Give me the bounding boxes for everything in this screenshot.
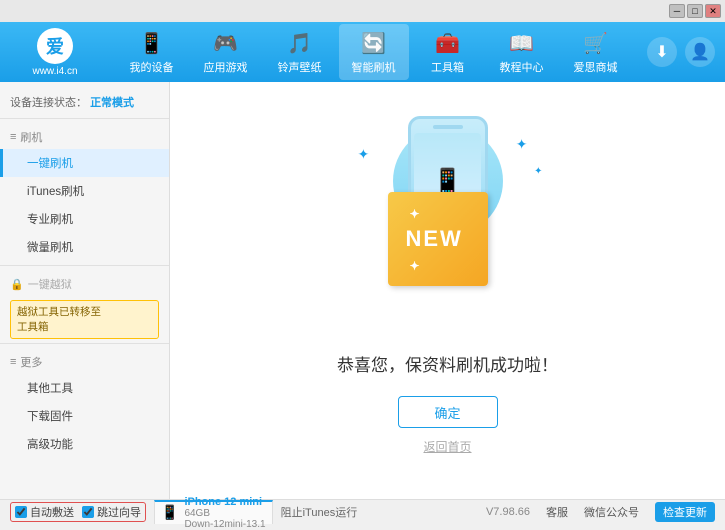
sidebar-item-download-firmware[interactable]: 下载固件 <box>0 402 169 430</box>
sparkle-icon-2: ✦ <box>516 136 528 153</box>
bottom-bar: 自动敷送 跳过向导 📱 iPhone 12 mini 64GB Down-12m… <box>0 499 725 523</box>
nav-toolbox[interactable]: 🧰 工具箱 <box>413 24 483 80</box>
jailbreak-warning: 越狱工具已转移至 工具箱 <box>10 300 159 339</box>
confirm-button[interactable]: 确定 <box>398 396 498 428</box>
checkbox-group: 自动敷送 跳过向导 <box>10 502 146 522</box>
device-firmware: Down-12mini-13.1 <box>184 519 265 530</box>
divider-1 <box>0 265 169 266</box>
download-btn[interactable]: ⬇ <box>647 37 677 67</box>
nav-shop[interactable]: 🛒 爱思商城 <box>561 24 631 80</box>
guide-checkbox[interactable]: 跳过向导 <box>82 504 141 520</box>
apps-games-icon: 🎮 <box>212 29 240 57</box>
nav-smart-flash[interactable]: 🔄 智能刷机 <box>339 24 409 80</box>
device-storage: 64GB <box>184 508 265 519</box>
content-area: 📱 ✦ ✦ ✦ NEW 恭喜您，保资料刷机成功啦！ 确定 返回首页 <box>170 82 725 499</box>
window-controls[interactable]: ─ □ ✕ <box>669 4 721 18</box>
sidebar: 设备连接状态： 正常模式 ≡ 刷机 一键刷机 iTunes刷机 专业刷机 微量刷… <box>0 82 170 499</box>
guide-label: 跳过向导 <box>97 504 141 520</box>
section-jailbreak-label: 一键越狱 <box>28 276 72 292</box>
smart-flash-icon: 🔄 <box>360 29 388 57</box>
nav-ringtones[interactable]: 🎵 铃声壁纸 <box>265 24 335 80</box>
phone-speaker <box>433 125 463 129</box>
new-ribbon: NEW <box>388 192 488 286</box>
nav-apps-games[interactable]: 🎮 应用游戏 <box>191 24 261 80</box>
wechat-link[interactable]: 微信公众号 <box>584 504 639 520</box>
minimize-btn[interactable]: ─ <box>669 4 685 18</box>
section-flash-icon: ≡ <box>10 131 16 143</box>
close-btn[interactable]: ✕ <box>705 4 721 18</box>
logo-area: 爱 www.i4.cn <box>10 28 100 77</box>
top-nav: 爱 www.i4.cn 📱 我的设备 🎮 应用游戏 🎵 铃声壁纸 🔄 智能刷机 … <box>0 22 725 82</box>
sidebar-item-advanced[interactable]: 高级功能 <box>0 430 169 458</box>
nav-my-device-label: 我的设备 <box>130 59 174 75</box>
sparkle-icon-3: ✦ <box>534 166 542 177</box>
section-jailbreak: 🔒 一键越狱 <box>0 270 169 296</box>
bottom-right: V7.98.66 客服 微信公众号 检查更新 <box>486 502 715 522</box>
my-device-icon: 📱 <box>138 29 166 57</box>
sidebar-item-itunes-flash[interactable]: iTunes刷机 <box>0 177 169 205</box>
section-more-label: 更多 <box>20 354 42 370</box>
divider-2 <box>0 343 169 344</box>
status-label: 设备连接状态： <box>10 97 87 109</box>
nav-tutorials-label: 教程中心 <box>500 59 544 75</box>
phone-device-icon: 📱 <box>161 504 178 521</box>
nav-smart-flash-label: 智能刷机 <box>352 59 396 75</box>
device-name: iPhone 12 mini <box>184 496 265 508</box>
nav-tutorials[interactable]: 📖 教程中心 <box>487 24 557 80</box>
section-flash-label: 刷机 <box>20 129 42 145</box>
title-bar: ─ □ ✕ <box>0 0 725 22</box>
auto-launch-input[interactable] <box>15 506 27 518</box>
again-link[interactable]: 返回首页 <box>423 438 471 455</box>
sparkle-icon-1: ✦ <box>358 146 370 163</box>
bottom-left: 自动敷送 跳过向导 📱 iPhone 12 mini 64GB Down-12m… <box>10 500 478 524</box>
new-badge-text: NEW <box>406 226 463 251</box>
customer-service-link[interactable]: 客服 <box>546 504 568 520</box>
nav-ringtones-label: 铃声壁纸 <box>278 59 322 75</box>
sidebar-item-other-tools[interactable]: 其他工具 <box>0 374 169 402</box>
sidebar-item-one-key-flash[interactable]: 一键刷机 <box>0 149 169 177</box>
section-flash: ≡ 刷机 <box>0 123 169 149</box>
nav-my-device[interactable]: 📱 我的设备 <box>117 24 187 80</box>
nav-right: ⬇ 👤 <box>647 37 715 67</box>
status-value: 正常模式 <box>90 97 134 109</box>
section-more: ≡ 更多 <box>0 348 169 374</box>
stop-itunes-btn[interactable]: 阻止iTunes运行 <box>281 504 358 520</box>
main-area: 设备连接状态： 正常模式 ≡ 刷机 一键刷机 iTunes刷机 专业刷机 微量刷… <box>0 82 725 499</box>
nav-apps-games-label: 应用游戏 <box>204 59 248 75</box>
auto-launch-label: 自动敷送 <box>30 504 74 520</box>
update-button[interactable]: 检查更新 <box>655 502 715 522</box>
lock-icon: 🔒 <box>10 278 24 291</box>
version-label: V7.98.66 <box>486 506 530 518</box>
guide-input[interactable] <box>82 506 94 518</box>
shop-icon: 🛒 <box>582 29 610 57</box>
nav-toolbox-label: 工具箱 <box>431 59 464 75</box>
nav-shop-label: 爱思商城 <box>574 59 618 75</box>
sidebar-item-pro-flash[interactable]: 专业刷机 <box>0 205 169 233</box>
success-text: 恭喜您，保资料刷机成功啦！ <box>337 351 558 376</box>
device-status: 设备连接状态： 正常模式 <box>0 90 169 119</box>
device-details: iPhone 12 mini 64GB Down-12mini-13.1 <box>184 496 265 530</box>
nav-items: 📱 我的设备 🎮 应用游戏 🎵 铃声壁纸 🔄 智能刷机 🧰 工具箱 📖 教程中心… <box>100 24 647 80</box>
device-info: 📱 iPhone 12 mini 64GB Down-12mini-13.1 <box>154 500 273 524</box>
maximize-btn[interactable]: □ <box>687 4 703 18</box>
logo-text: www.i4.cn <box>32 66 77 77</box>
tutorials-icon: 📖 <box>508 29 536 57</box>
user-btn[interactable]: 👤 <box>685 37 715 67</box>
ringtones-icon: 🎵 <box>286 29 314 57</box>
logo-icon: 爱 <box>37 28 73 64</box>
toolbox-icon: 🧰 <box>434 29 462 57</box>
more-icon: ≡ <box>10 356 16 368</box>
auto-launch-checkbox[interactable]: 自动敷送 <box>15 504 74 520</box>
success-illustration: 📱 ✦ ✦ ✦ NEW <box>348 126 548 336</box>
sidebar-item-micro-flash[interactable]: 微量刷机 <box>0 233 169 261</box>
